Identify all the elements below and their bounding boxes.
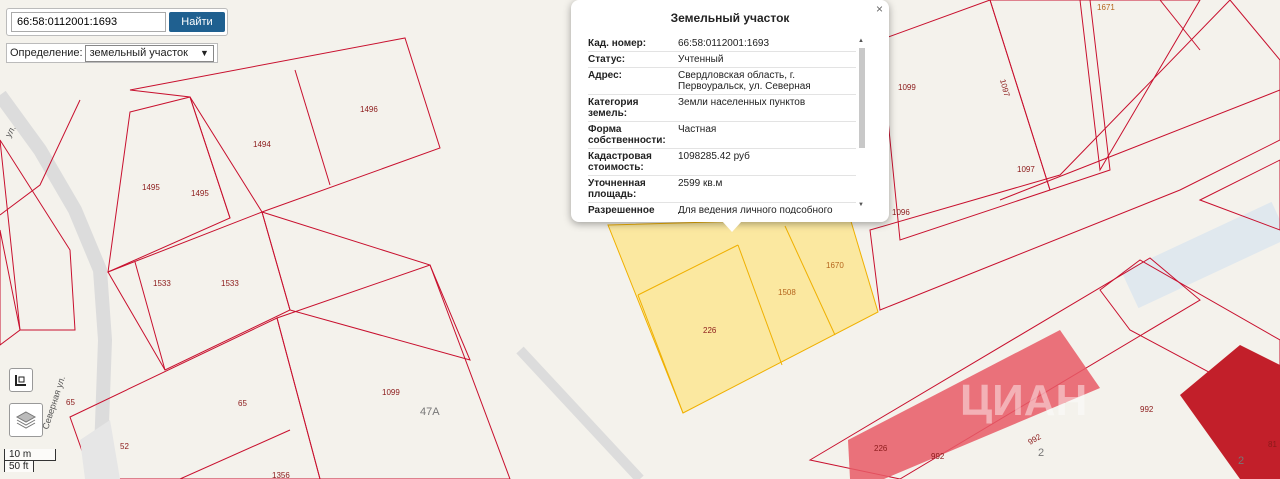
popup-details[interactable]: Кад. номер: 66:58:0112001:1693 Статус: Учте…: [588, 36, 856, 214]
scroll-down-icon[interactable]: ▼: [858, 202, 864, 208]
popup-row-key: Форма собственности:: [588, 124, 666, 146]
popup-row-value: Свердловская область, г. Первоуральск, у…: [678, 70, 811, 92]
parcel-label: 1099: [898, 83, 916, 92]
popup-row-key: Категория земель:: [588, 97, 639, 119]
parcel-label: 1494: [253, 140, 271, 149]
popup-row-key: Разрешенное: [588, 205, 655, 214]
definition-select[interactable]: земельный участок ▼: [84, 44, 214, 62]
chevron-down-icon: ▼: [200, 48, 209, 58]
search-panel: Найти: [6, 8, 228, 36]
popup-row-key: Статус:: [588, 54, 626, 65]
definition-label: Определение:: [10, 47, 83, 59]
popup-row: Кадастровая стоимость: 1098285.42 руб: [588, 149, 856, 176]
house-label-47a: 47А: [420, 406, 440, 418]
parcel-label: 1508: [778, 288, 796, 297]
parcel-label: 1670: [826, 261, 844, 270]
search-input[interactable]: [11, 12, 166, 32]
parcel-label: 1097: [998, 78, 1011, 98]
popup-row: Статус: Учтенный: [588, 52, 856, 68]
parcel-label: 81: [1268, 440, 1277, 449]
parcel-label: 52: [120, 442, 129, 451]
popup-row-value: 66:58:0112001:1693: [678, 38, 770, 49]
river-strip: [1121, 201, 1280, 309]
ruler-icon: [15, 375, 26, 386]
measure-button[interactable]: [9, 368, 33, 392]
parcel-label: 1096: [892, 208, 910, 217]
popup-row-value: Учтенный: [678, 54, 724, 65]
search-button[interactable]: Найти: [169, 12, 225, 32]
parcel-label: 1356: [272, 471, 290, 479]
popup-row: Кад. номер: 66:58:0112001:1693: [588, 36, 856, 52]
popup-row-value: Земли населенных пунктов: [678, 97, 806, 108]
popup-row-key: Кад. номер:: [588, 38, 647, 49]
popup-title: Земельный участок: [670, 11, 790, 25]
parcel-label: 1097: [1017, 165, 1035, 174]
parcel-label: 226: [874, 444, 888, 453]
definition-selected: земельный участок: [89, 47, 188, 59]
popup-row-value: 1098285.42 руб: [678, 151, 750, 162]
popup-row: Разрешенное Для ведения личного подсобног…: [588, 203, 856, 214]
popup-row: Адрес: Свердловская область, г. Первоурал…: [588, 68, 856, 95]
popup-scrollbar[interactable]: ▲ ▼: [857, 38, 867, 212]
parcel-label: 992: [931, 452, 945, 461]
parcel-label: 226: [703, 326, 717, 335]
road-secondary: [516, 346, 644, 479]
house-label-2b: 2: [1238, 455, 1244, 467]
parcel-label: 992: [1140, 405, 1154, 414]
street-label-severnaya: Северная ул.: [40, 375, 67, 431]
popup-row: Уточненная площадь: 2599 кв.м: [588, 176, 856, 203]
parcel-label: 992: [1027, 432, 1044, 447]
parcel-label: 1496: [360, 105, 378, 114]
layers-icon: [15, 411, 37, 429]
popup-pointer: [722, 221, 742, 232]
house-label-2: 2: [1038, 447, 1044, 459]
popup-row-value: 2599 кв.м: [678, 178, 723, 189]
definition-row: Определение: земельный участок ▼: [6, 43, 218, 63]
selected-parcels[interactable]: [607, 217, 879, 414]
scale-metric: 10 m: [4, 449, 56, 461]
parcel-info-popup: × Земельный участок Кад. номер: 66:58:011…: [571, 0, 889, 222]
watermark: ЦИАН: [960, 376, 1087, 425]
popup-row-value: Для ведения личного подсобного: [678, 205, 833, 214]
layers-button[interactable]: [9, 403, 43, 437]
popup-row: Форма собственности: Частная: [588, 122, 856, 149]
parcel-label: 65: [238, 399, 247, 408]
popup-row-key: Кадастровая стоимость:: [588, 151, 652, 173]
parcel-label: 65: [66, 398, 75, 407]
parcel-label: 1533: [153, 279, 171, 288]
parcel-label: 1495: [191, 189, 209, 198]
scale-imperial: 50 ft: [4, 461, 34, 472]
parcel-label: 1099: [382, 388, 400, 397]
scroll-up-icon[interactable]: ▲: [858, 38, 864, 44]
popup-row-key: Уточненная площадь:: [588, 178, 646, 200]
scroll-thumb[interactable]: [859, 48, 865, 148]
parcel-label: 1495: [142, 183, 160, 192]
parcel-label: 1533: [221, 279, 239, 288]
parcel-label: 1671: [1097, 3, 1115, 12]
scale-bar: 10 m 50 ft: [4, 449, 56, 472]
popup-row-value: Частная: [678, 124, 717, 135]
popup-row: Категория земель: Земли населенных пункто…: [588, 95, 856, 122]
popup-row-key: Адрес:: [588, 70, 622, 81]
